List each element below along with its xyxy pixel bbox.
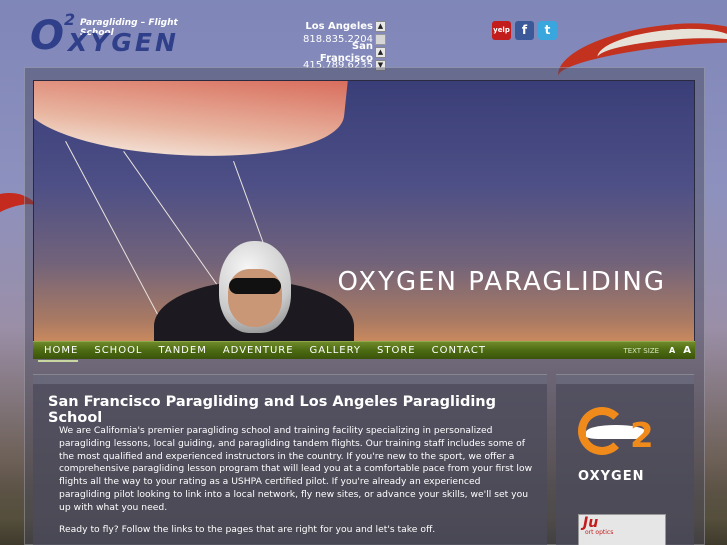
hero-banner: OXYGEN PARAGLIDING — [33, 80, 695, 342]
intro-paragraph: We are California's premier paragliding … — [59, 425, 533, 513]
sidebar-header-bar — [556, 375, 694, 384]
content-body: We are California's premier paragliding … — [59, 425, 535, 545]
page-title: San Francisco Paragliding and Los Angele… — [48, 394, 496, 426]
nav-item-school[interactable]: SCHOOL — [86, 342, 150, 360]
cta-paragraph: Ready to fly? Follow the links to the pa… — [59, 523, 436, 535]
text-size-large-button[interactable]: A — [679, 345, 695, 356]
nav-active-indicator — [38, 360, 78, 362]
yelp-icon[interactable]: yelp — [492, 21, 511, 40]
nav-item-contact[interactable]: CONTACT — [424, 342, 494, 360]
facebook-icon[interactable]: f — [515, 21, 534, 40]
scroll-up-button[interactable]: ▲ — [375, 21, 386, 32]
sidebar-logo-word: OXYGEN — [578, 469, 645, 484]
scroll-up-button[interactable]: ▲ — [375, 47, 386, 58]
text-size-label: TEXT SIZE — [623, 346, 660, 355]
ad-subtitle: ort optics — [585, 529, 614, 536]
sidebar: 2 OXYGEN Ju ort optics — [556, 374, 694, 545]
main-content: San Francisco Paragliding and Los Angele… — [33, 374, 547, 545]
logo-superscript: 2 — [64, 10, 76, 29]
logo-wordmark: XYGEN — [68, 28, 179, 57]
hero-pilot-goggles — [229, 278, 281, 294]
nav-item-home[interactable]: HOME — [33, 342, 86, 360]
nav-item-tandem[interactable]: TANDEM — [151, 342, 215, 360]
phone-city-label: Los Angeles — [305, 20, 373, 32]
sidebar-logo-two: 2 — [630, 416, 654, 456]
hero-line — [123, 151, 228, 300]
phone-row: Los Angeles ▲ — [296, 20, 386, 33]
twitter-icon[interactable]: t — [538, 21, 557, 40]
text-size-small-button[interactable]: A — [665, 346, 679, 355]
sidebar-ad-banner[interactable]: Ju ort optics — [578, 514, 666, 545]
social-links: yelp f t — [492, 21, 557, 40]
nav-item-store[interactable]: STORE — [369, 342, 424, 360]
site-logo[interactable]: O 2 Paragliding – Flight School XYGEN — [28, 10, 198, 58]
phone-row: San Francisco ▲ — [296, 41, 386, 64]
hero-canopy — [34, 81, 349, 173]
hero-title: OXYGEN PARAGLIDING — [337, 267, 666, 297]
main-nav: HOME SCHOOL TANDEM ADVENTURE GALLERY STO… — [33, 341, 695, 359]
nav-item-gallery[interactable]: GALLERY — [302, 342, 369, 360]
content-header-bar — [33, 375, 547, 384]
scrollbar-track[interactable] — [375, 34, 386, 45]
sidebar-logo[interactable]: 2 OXYGEN — [576, 407, 676, 487]
logo-letter: O — [30, 13, 65, 59]
nav-item-adventure[interactable]: ADVENTURE — [215, 342, 302, 360]
phone-list: Los Angeles ▲ 818.835.2204 San Francisco… — [296, 20, 386, 72]
